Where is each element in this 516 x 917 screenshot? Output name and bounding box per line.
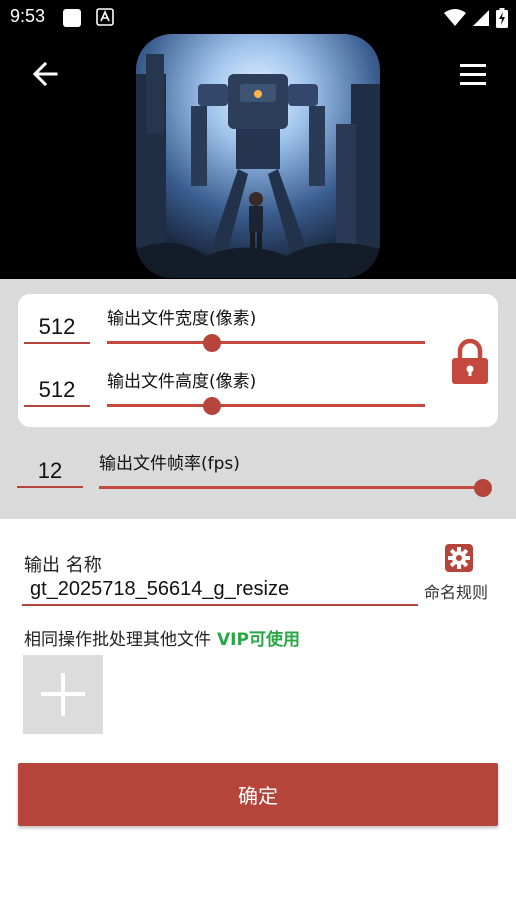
add-file-button[interactable] — [23, 655, 103, 734]
width-slider-thumb[interactable] — [203, 334, 221, 352]
width-input[interactable]: 512 — [24, 314, 90, 344]
fps-input[interactable]: 12 — [17, 458, 83, 488]
battery-charging-icon — [496, 8, 508, 28]
square-icon — [62, 8, 81, 27]
settings-panel: 512 输出文件宽度(像素) 512 输出文件高度(像素) 12 输出文件帧率(… — [0, 279, 516, 519]
menu-button[interactable] — [454, 56, 490, 92]
size-card: 512 输出文件宽度(像素) 512 输出文件高度(像素) — [18, 294, 498, 427]
fps-label: 输出文件帧率(fps) — [99, 454, 240, 474]
height-slider[interactable] — [107, 395, 425, 417]
width-slider[interactable] — [107, 332, 425, 354]
height-input[interactable]: 512 — [24, 377, 90, 407]
lock-aspect-button[interactable] — [450, 338, 490, 384]
confirm-button[interactable]: 确定 — [18, 763, 498, 826]
height-label: 输出文件高度(像素) — [107, 372, 257, 392]
output-section: 输出 名称 gt_2025718_56614_g_resize 命名规则 相同操… — [0, 519, 516, 917]
status-bar: 9:53 — [0, 0, 516, 34]
preview-image — [136, 34, 380, 278]
hamburger-menu-icon — [460, 64, 486, 85]
signal-icon — [473, 10, 489, 26]
gear-icon — [448, 547, 470, 569]
width-label: 输出文件宽度(像素) — [107, 309, 257, 329]
back-button[interactable] — [28, 56, 64, 92]
naming-rule-button[interactable] — [445, 544, 473, 572]
plus-icon — [41, 673, 85, 716]
fps-slider-thumb[interactable] — [474, 479, 492, 497]
batch-process-text: 相同操作批处理其他文件 VIP可使用 — [24, 625, 300, 650]
header — [0, 34, 516, 279]
arrow-left-icon — [32, 61, 58, 87]
status-right-icons — [444, 8, 508, 28]
fps-slider[interactable] — [99, 477, 493, 499]
wifi-icon — [444, 9, 466, 26]
output-filename-input[interactable]: gt_2025718_56614_g_resize — [22, 574, 418, 606]
vip-badge: VIP可使用 — [217, 630, 300, 650]
height-slider-thumb[interactable] — [203, 397, 221, 415]
lock-icon — [452, 338, 488, 384]
status-time: 9:53 — [10, 6, 46, 26]
batch-process-label: 相同操作批处理其他文件 — [24, 630, 211, 650]
a-badge-icon — [96, 8, 114, 26]
naming-rule-label[interactable]: 命名规则 — [424, 579, 488, 603]
